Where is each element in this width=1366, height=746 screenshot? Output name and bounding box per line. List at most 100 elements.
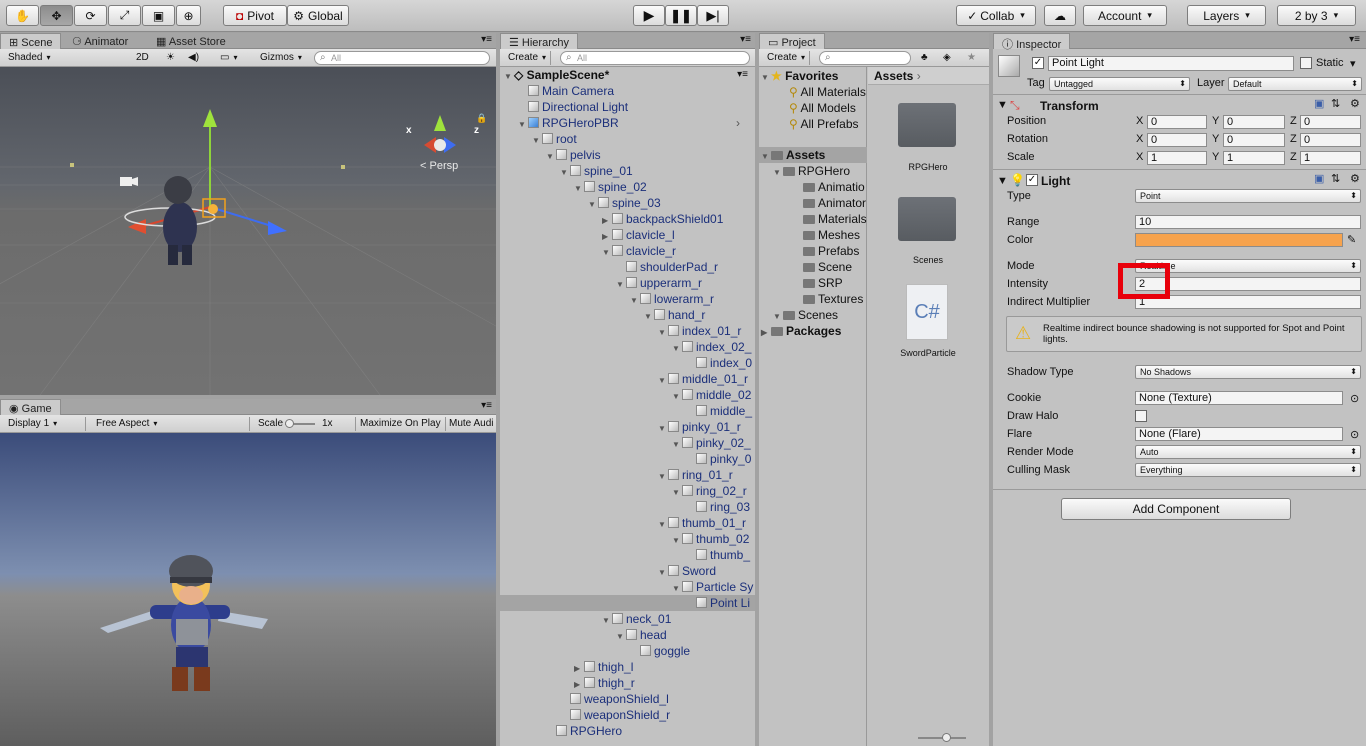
shadow-type-dropdown[interactable]: No Shadows [1135, 365, 1361, 379]
rotation-z-field[interactable]: 0 [1300, 133, 1361, 147]
hierarchy-row[interactable]: ▼ Sword [658, 563, 716, 579]
scale-tool-button[interactable]: ⤢ [108, 5, 141, 26]
hierarchy-create-dropdown[interactable]: Create [504, 51, 552, 65]
mute-audio-toggle[interactable]: Mute Audi [445, 417, 496, 431]
icon-size-slider-thumb[interactable] [942, 733, 951, 742]
project-folder-row[interactable]: SRP [803, 275, 843, 291]
object-picker-icon[interactable]: ⊙ [1350, 392, 1359, 405]
hierarchy-row[interactable]: ▼ spine_02 [574, 179, 647, 195]
hierarchy-row[interactable]: shoulderPad_r [616, 259, 718, 275]
preset-icon[interactable]: ⇅ [1331, 97, 1340, 110]
hierarchy-row[interactable]: ▼ clavicle_r [602, 243, 676, 259]
tab-game[interactable]: ◉ Game [0, 399, 61, 415]
hierarchy-row[interactable]: middle_ [686, 403, 752, 419]
hierarchy-row[interactable]: index_0 [686, 355, 752, 371]
project-folder-row[interactable]: Animator [803, 195, 866, 211]
hierarchy-row[interactable]: ▶ backpackShield01 [602, 211, 723, 227]
panel-menu-icon[interactable]: ▾≡ [1349, 34, 1360, 45]
cloud-button[interactable]: ☁ [1044, 5, 1076, 26]
collapse-arrow-icon[interactable]: ▼ [588, 197, 598, 213]
collapse-arrow-icon[interactable]: ▼ [997, 175, 1008, 187]
pivot-toggle[interactable]: ◘ Pivot [223, 5, 287, 26]
cookie-field[interactable]: None (Texture) [1135, 391, 1343, 405]
collapse-arrow-icon[interactable]: ▼ [546, 149, 556, 165]
help-icon[interactable]: ▣ [1314, 97, 1324, 110]
hierarchy-row[interactable]: ▼ ring_01_r [658, 467, 733, 483]
hierarchy-row[interactable]: ▼ pelvis [546, 147, 601, 163]
hierarchy-row[interactable]: ▶ thigh_r [574, 675, 635, 691]
eyedropper-icon[interactable]: ✎ [1347, 233, 1356, 246]
tab-asset-store[interactable]: ▦ Asset Store [148, 33, 234, 49]
layout-dropdown[interactable]: 2 by 3 [1277, 5, 1356, 26]
scene-root-row[interactable]: ▼ ◇ SampleScene* ▾≡ [504, 67, 754, 83]
game-viewport[interactable] [0, 433, 496, 746]
panel-menu-icon[interactable]: ▾≡ [481, 34, 492, 45]
scale-slider[interactable] [285, 419, 315, 428]
favorite-item[interactable]: ⚲ All Models [789, 100, 856, 116]
hierarchy-row[interactable]: RPGHero [546, 723, 622, 739]
expand-arrow-icon[interactable]: ▼ [773, 165, 783, 181]
collapse-arrow-icon[interactable]: ▼ [658, 517, 668, 533]
favorite-button[interactable]: ★ [963, 51, 980, 65]
hierarchy-row[interactable]: ▼ ring_02_r [672, 483, 747, 499]
rotation-x-field[interactable]: 0 [1147, 133, 1207, 147]
hierarchy-row[interactable]: ▼ pinky_01_r [658, 419, 741, 435]
hierarchy-row[interactable]: ▼ index_02_ [672, 339, 751, 355]
collapse-arrow-icon[interactable]: ▼ [658, 469, 668, 485]
tab-animator[interactable]: ⚆ Animator [64, 33, 136, 49]
hierarchy-row[interactable]: ▼ root [532, 131, 577, 147]
hierarchy-row[interactable]: ▼ neck_01 [602, 611, 671, 627]
collapse-arrow-icon[interactable]: ▼ [658, 325, 668, 341]
light-type-dropdown[interactable]: Point [1135, 189, 1361, 203]
favorites-row[interactable]: ▼ ★ Favorites [761, 68, 838, 84]
rect-tool-button[interactable]: ▣ [142, 5, 175, 26]
collapse-arrow-icon[interactable]: ▼ [518, 117, 528, 133]
project-folder-row[interactable]: Materials [803, 211, 867, 227]
csharp-script-icon[interactable]: C# [906, 284, 948, 340]
chevron-right-icon[interactable]: › [736, 115, 740, 131]
tag-dropdown[interactable]: Untagged [1049, 77, 1190, 91]
hierarchy-row[interactable]: ▼ upperarm_r [616, 275, 702, 291]
layer-dropdown[interactable]: Default [1228, 77, 1362, 91]
project-folder-row[interactable]: Scene [803, 259, 852, 275]
hierarchy-row[interactable]: pinky_0 [686, 451, 751, 467]
hierarchy-row[interactable]: ▼ thumb_01_r [658, 515, 746, 531]
tab-project[interactable]: ▭ Project [759, 33, 825, 49]
lock-icon[interactable]: 🔒 [476, 113, 487, 124]
scene-menu-icon[interactable]: ▾≡ [737, 67, 748, 83]
project-folder-row[interactable]: Textures [803, 291, 863, 307]
tab-hierarchy[interactable]: ☰ Hierarchy [500, 33, 578, 49]
collapse-arrow-icon[interactable]: ▼ [644, 309, 654, 325]
collapse-arrow-icon[interactable]: ▼ [602, 613, 612, 629]
tab-scene[interactable]: ⊞ Scene [0, 33, 62, 49]
gear-icon[interactable]: ⚙ [1350, 172, 1360, 185]
hierarchy-row[interactable]: ▼ spine_03 [588, 195, 661, 211]
gear-icon[interactable]: ⚙ [1350, 97, 1360, 110]
culling-mask-dropdown[interactable]: Everything [1135, 463, 1361, 477]
add-component-button[interactable]: Add Component [1061, 498, 1291, 520]
hierarchy-row[interactable]: Directional Light [518, 99, 628, 115]
flare-field[interactable]: None (Flare) [1135, 427, 1343, 441]
hierarchy-row[interactable]: ▶ clavicle_l [602, 227, 675, 243]
layers-dropdown[interactable]: Layers [1187, 5, 1266, 26]
project-folder-row[interactable]: Animatio [803, 179, 865, 195]
collapse-arrow-icon[interactable]: ▼ [672, 389, 682, 405]
collapse-arrow-icon[interactable]: ▼ [616, 629, 626, 645]
collapse-arrow-icon[interactable]: ▼ [672, 485, 682, 501]
collapse-arrow-icon[interactable]: ▼ [616, 277, 626, 293]
hierarchy-row[interactable]: Main Camera [518, 83, 614, 99]
color-swatch[interactable] [1135, 233, 1343, 247]
hierarchy-row[interactable]: weaponShield_r [560, 707, 670, 723]
active-checkbox[interactable]: ✓ [1032, 57, 1044, 69]
rotate-tool-button[interactable]: ⟳ [74, 5, 107, 26]
collapse-arrow-icon[interactable]: ▼ [602, 245, 612, 261]
hierarchy-row[interactable]: ▼ thumb_02 [672, 531, 749, 547]
hierarchy-row[interactable]: ▼ pinky_02_ [672, 435, 751, 451]
display-dropdown[interactable]: Display 1 [4, 417, 86, 431]
static-dropdown-icon[interactable]: ▾ [1350, 57, 1356, 70]
effects-dropdown[interactable]: ▭ [216, 51, 241, 65]
static-checkbox[interactable] [1300, 57, 1312, 69]
collapse-arrow-icon[interactable]: ▼ [997, 99, 1008, 111]
transform-tool-button[interactable]: ⊕ [176, 5, 201, 26]
collapse-arrow-icon[interactable]: ▼ [672, 533, 682, 549]
